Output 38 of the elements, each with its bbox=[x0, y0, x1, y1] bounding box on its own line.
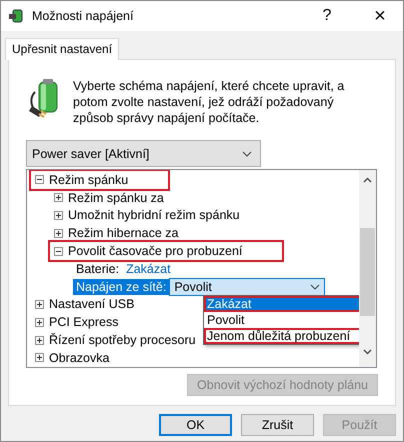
tree-item[interactable]: Nastavení USB bbox=[49, 297, 134, 312]
tree-item[interactable]: Režim spánku za bbox=[68, 190, 164, 205]
tree-item[interactable]: Umožnit hybridní režim spánku bbox=[68, 208, 240, 222]
scrollbar[interactable] bbox=[359, 170, 376, 367]
tree-item[interactable]: Režim hibernace za bbox=[68, 226, 178, 240]
tree-item[interactable]: Režim spánku bbox=[49, 172, 128, 187]
expand-icon[interactable] bbox=[54, 210, 63, 220]
tree-item[interactable]: Obrazovka bbox=[49, 350, 110, 365]
help-button[interactable]: ? bbox=[304, 1, 350, 31]
expand-icon[interactable] bbox=[35, 318, 44, 327]
dialog-button[interactable]: Zrušit bbox=[241, 414, 314, 436]
expand-icon[interactable] bbox=[54, 228, 63, 238]
expand-icon[interactable] bbox=[54, 193, 63, 202]
tree-item[interactable]: PCI Express bbox=[49, 315, 118, 330]
dropdown-option[interactable]: Jenom důležitá probuzení bbox=[204, 328, 359, 344]
close-button[interactable]: × bbox=[357, 1, 403, 31]
collapse-icon[interactable] bbox=[35, 175, 44, 184]
dropdown-option[interactable]: Zakázat bbox=[204, 296, 359, 312]
chevron-down-icon bbox=[310, 284, 320, 290]
tree-item[interactable]: Povolit časovače pro probuzení bbox=[68, 244, 242, 258]
chevron-down-icon bbox=[242, 150, 252, 156]
expand-icon[interactable] bbox=[35, 336, 44, 345]
battery-plug-icon bbox=[9, 8, 25, 24]
description-text: Vyberte schéma napájení, které chcete upravit, a potom zvolte nastavení, jež odráží požadovaný způsob správy napájení počítače. bbox=[73, 78, 346, 126]
setting-label: Baterie: bbox=[75, 260, 120, 277]
value-dropdown[interactable]: Povolit bbox=[169, 278, 326, 296]
expand-icon[interactable] bbox=[35, 300, 44, 309]
plan-dropdown[interactable]: Power saver [Aktivní] bbox=[26, 140, 261, 167]
window-title: Možnosti napájení bbox=[32, 9, 134, 23]
dialog-button[interactable]: OK bbox=[159, 414, 232, 436]
scroll-down-icon[interactable] bbox=[363, 349, 372, 355]
expand-icon[interactable] bbox=[35, 353, 44, 362]
tree-item[interactable]: Řízení spotřeby procesoru bbox=[49, 333, 196, 348]
collapse-icon[interactable] bbox=[54, 246, 63, 256]
setting-label: Napájen ze sítě: bbox=[73, 278, 170, 295]
scroll-up-icon[interactable] bbox=[363, 177, 372, 183]
setting-value-link[interactable]: Zakázat bbox=[126, 262, 171, 276]
tab[interactable]: Upřesnit nastavení bbox=[5, 38, 120, 60]
